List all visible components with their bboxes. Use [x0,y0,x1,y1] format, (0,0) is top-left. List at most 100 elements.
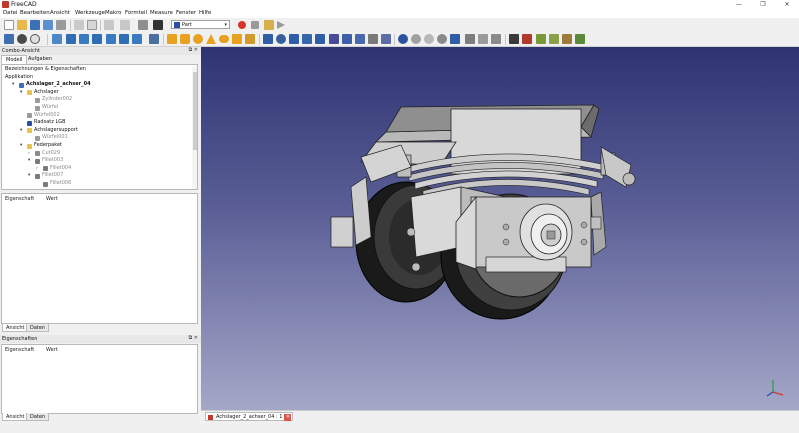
measure-toggle-3d-icon[interactable] [562,34,572,44]
join-features-icon[interactable] [450,34,460,44]
split-features-icon[interactable] [465,34,475,44]
part-box-icon[interactable] [167,34,177,44]
stop-macro-icon[interactable] [251,21,259,29]
tab-ansicht[interactable]: Ansicht [2,324,29,332]
view-front-icon[interactable] [66,34,76,44]
document-tab[interactable]: Achslager_2_achser_04 : 1 ✕ [205,412,294,421]
collapsed-arrow-icon[interactable]: › [36,165,38,173]
workbench-selector[interactable]: Part ▾ [171,20,230,29]
tree-item[interactable]: ▾ Fillet003 [2,157,192,165]
view-left-icon[interactable] [132,34,142,44]
tree-item[interactable]: Würfel002 [2,112,192,120]
menu-werkzeuge[interactable]: Werkzeuge [75,10,105,17]
measure-refresh-icon[interactable] [536,34,546,44]
view-top-icon[interactable] [79,34,89,44]
macros-icon[interactable] [264,20,274,30]
panel-float-close-buttons[interactable]: ⧉ ✕ [189,335,198,342]
expand-arrow-icon[interactable]: ▾ [12,81,14,89]
expand-arrow-icon[interactable]: ▾ [20,127,22,135]
record-macro-icon[interactable] [238,21,246,29]
3d-viewport[interactable] [201,47,799,410]
tree-item[interactable]: ▾ Achslager_2_achser_04 [2,81,192,89]
menu-fenster[interactable]: Fenster [176,10,196,17]
section-icon[interactable] [381,34,391,44]
tree-item[interactable]: ▾ Fillet007 [2,172,192,180]
execute-macro-icon[interactable] [277,21,285,29]
tree-item[interactable]: ▾ Achslagersupport [2,127,192,135]
maximize-button[interactable]: ❐ [751,0,775,9]
boolean-icon[interactable] [398,34,408,44]
refresh-icon[interactable] [138,20,148,30]
common-icon[interactable] [437,34,447,44]
copy-icon[interactable] [87,20,97,30]
tree-item[interactable]: › Cut029 [2,150,192,158]
collapsed-arrow-icon[interactable]: › [28,150,30,158]
menu-datei[interactable]: Datei [3,10,17,17]
cut-boolean-icon[interactable] [411,34,421,44]
measure-distance-icon[interactable] [149,34,159,44]
tree-item[interactable]: Fillet006 [2,180,192,188]
view-right-icon[interactable] [92,34,102,44]
tree-item[interactable]: Bezeichnungen & Eigenschaften [2,66,192,74]
view-rear-icon[interactable] [106,34,116,44]
expand-arrow-icon[interactable]: ▾ [20,89,22,97]
part-sphere-icon[interactable] [193,34,203,44]
part-cone-icon[interactable] [206,34,216,44]
compound-tools-icon[interactable] [478,34,488,44]
part-tube-icon[interactable] [232,34,242,44]
menu-bearbeiten[interactable]: Bearbeiten [20,10,50,17]
ruled-surface-icon[interactable] [342,34,352,44]
revolve-icon[interactable] [276,34,286,44]
part-torus-icon[interactable] [219,35,229,43]
view-isometric-icon[interactable] [52,34,62,44]
tree-item[interactable]: Radsatz LGB [2,119,192,127]
part-cylinder-icon[interactable] [180,34,190,44]
tree-item[interactable]: › Fillet004 [2,165,192,173]
tree-item[interactable]: Zylinder002 [2,96,192,104]
fit-all-icon[interactable] [4,34,14,44]
menu-ansicht[interactable]: Ansicht [50,10,70,17]
fuse-icon[interactable] [424,34,434,44]
measure-linear-icon[interactable] [509,34,519,44]
undo-icon[interactable] [104,20,114,30]
whats-this-icon[interactable] [153,20,163,30]
measure-toggle-delta-icon[interactable] [575,34,585,44]
tab-daten[interactable]: Daten [26,413,50,421]
part-primitives-icon[interactable] [245,34,255,44]
expand-arrow-icon[interactable]: ▾ [20,142,22,150]
measure-clear-icon[interactable] [549,34,559,44]
new-document-icon[interactable] [4,20,14,30]
sweep-icon[interactable] [368,34,378,44]
close-tab-icon[interactable]: ✕ [284,414,292,421]
expand-arrow-icon[interactable]: ▾ [28,157,30,165]
panel-float-close-buttons[interactable]: ⧉ ✕ [189,47,198,54]
fillet-icon[interactable] [302,34,312,44]
check-geometry-icon[interactable] [491,34,501,44]
expand-arrow-icon[interactable]: ▾ [28,172,30,180]
mirror-icon[interactable] [289,34,299,44]
cut-icon[interactable] [74,20,84,30]
close-window-button[interactable]: ✕ [775,0,799,9]
tree-item[interactable]: ▾ Federpaket [2,142,192,150]
menu-makro[interactable]: Makro [105,10,121,17]
tab-daten[interactable]: Daten [26,324,50,332]
draw-style-icon[interactable] [30,34,40,44]
tree-item[interactable]: Würfel [2,104,192,112]
save-as-icon[interactable] [43,20,53,30]
print-icon[interactable] [56,20,66,30]
make-face-icon[interactable] [329,34,339,44]
tree-scrollbar[interactable] [192,66,197,189]
tree-item[interactable]: ▾ Achslager [2,89,192,97]
tree-item[interactable]: Applikation [2,74,192,82]
tree-item[interactable]: Würfel001 [2,134,192,142]
chamfer-icon[interactable] [315,34,325,44]
extrude-icon[interactable] [263,34,273,44]
redo-icon[interactable] [120,20,130,30]
menu-hilfe[interactable]: Hilfe [199,10,211,17]
menu-measure[interactable]: Measure [150,10,173,17]
scrollbar-thumb[interactable] [193,72,197,150]
minimize-button[interactable]: — [727,0,751,9]
view-bottom-icon[interactable] [119,34,129,44]
tab-aufgaben[interactable]: Aufgaben [24,55,56,64]
tab-ansicht[interactable]: Ansicht [2,413,29,421]
